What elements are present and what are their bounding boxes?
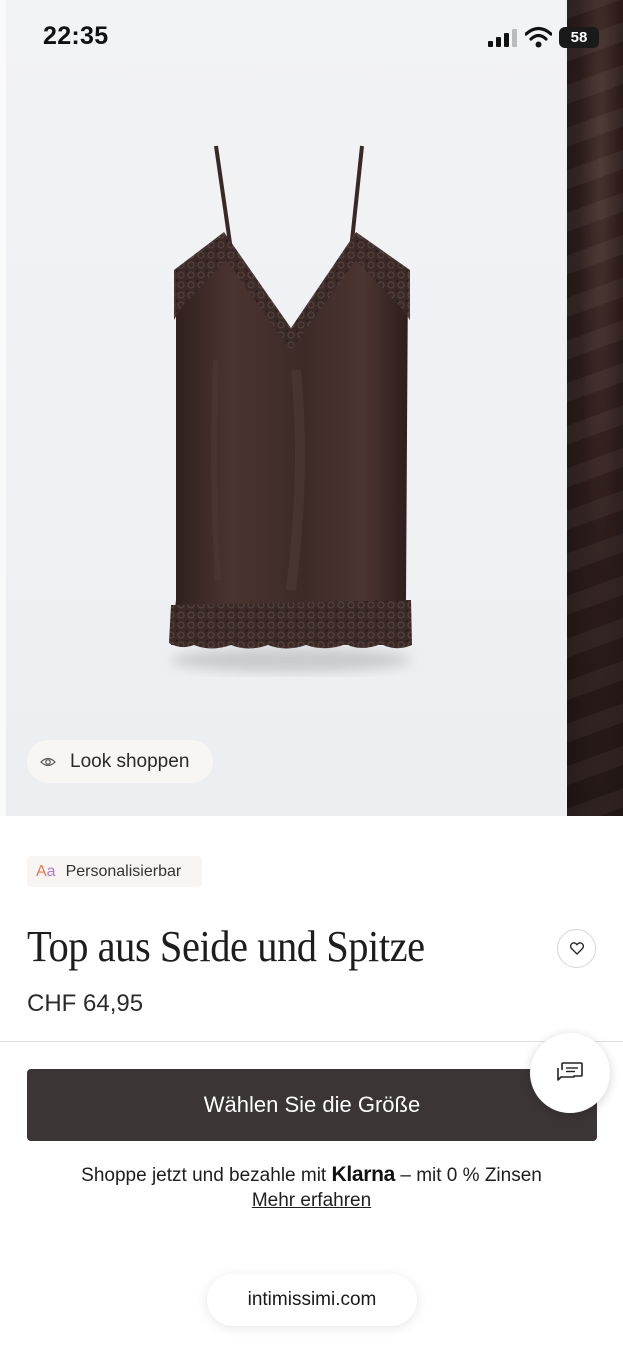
- chat-button[interactable]: [530, 1033, 610, 1113]
- klarna-prefix: Shoppe jetzt und bezahle mit: [81, 1165, 327, 1186]
- look-shoppen-button[interactable]: Look shoppen: [27, 740, 213, 783]
- klarna-suffix: – mit 0 % Zinsen: [400, 1165, 542, 1186]
- status-time: 22:35: [43, 22, 109, 50]
- heart-icon: [569, 942, 584, 955]
- browser-url-bar[interactable]: intimissimi.com: [207, 1274, 417, 1326]
- select-size-button[interactable]: Wählen Sie die Größe: [27, 1069, 597, 1141]
- next-product-image[interactable]: [567, 0, 623, 816]
- cellular-signal-icon: [488, 29, 517, 47]
- personalize-icon: Aa: [36, 862, 56, 880]
- klarna-info: Shoppe jetzt und bezahle mit Klarna – mi…: [0, 1163, 623, 1187]
- personalizable-badge: Aa Personalisierbar: [27, 856, 202, 887]
- klarna-logo: Klarna: [331, 1163, 396, 1186]
- wifi-icon: [525, 26, 552, 48]
- chat-icon: [557, 1062, 583, 1081]
- silk-camisole-image: [169, 145, 412, 672]
- battery-indicator: 58: [559, 27, 599, 48]
- product-title: Top aus Seide und Spitze: [27, 922, 425, 971]
- product-gallery[interactable]: Look shoppen: [0, 0, 623, 816]
- status-bar: 22:35 58: [0, 0, 623, 78]
- look-shoppen-label: Look shoppen: [70, 750, 190, 772]
- add-to-wishlist-button[interactable]: [557, 929, 596, 968]
- product-price: CHF 64,95: [27, 990, 144, 1017]
- personalizable-label: Personalisierbar: [65, 862, 182, 880]
- product-image[interactable]: [6, 0, 565, 816]
- klarna-learn-more: Mehr erfahren: [0, 1190, 623, 1212]
- learn-more-link[interactable]: Mehr erfahren: [252, 1190, 371, 1211]
- section-divider: [0, 1041, 623, 1042]
- eye-icon: [40, 757, 56, 766]
